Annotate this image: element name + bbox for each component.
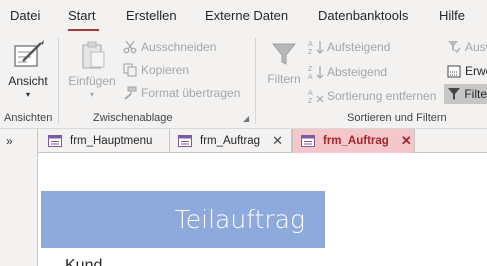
group-label-zwischenablage: Zwischenablage bbox=[93, 112, 173, 124]
clipboard-icon bbox=[82, 41, 105, 69]
ausschneiden-label: Ausschneiden bbox=[141, 40, 217, 54]
ansicht-icon bbox=[14, 40, 44, 67]
ansicht-button[interactable]: Ansicht ▾ bbox=[6, 38, 50, 99]
svg-text:Z: Z bbox=[308, 66, 313, 73]
copy-icon bbox=[122, 62, 138, 78]
format-uebertragen-label: Format übertragen bbox=[141, 86, 241, 100]
einfuegen-button[interactable]: Einfügen ▾ bbox=[66, 40, 118, 99]
sort-ascending-icon: AZ bbox=[308, 39, 324, 55]
form-title: Teilauftrag bbox=[174, 205, 305, 234]
expand-nav-pane-icon[interactable]: » bbox=[6, 134, 13, 148]
field-label-kunde: Kund bbox=[65, 257, 103, 266]
auswahl-label: Ausw bbox=[465, 40, 487, 54]
form-icon bbox=[301, 135, 315, 147]
aufsteigend-label: Aufsteigend bbox=[327, 40, 391, 54]
filter-umschalten-button[interactable]: Filte bbox=[444, 84, 487, 104]
doc-tab-label: frm_Auftrag bbox=[323, 135, 389, 147]
close-icon[interactable]: ✕ bbox=[401, 133, 412, 149]
sortierung-entfernen-button[interactable]: AZ Sortierung entfernen bbox=[308, 86, 436, 106]
filter-umschalten-label: Filte bbox=[464, 87, 487, 101]
svg-text:Z: Z bbox=[308, 98, 313, 104]
erweitert-button[interactable]: Erwe bbox=[446, 61, 487, 81]
form-icon bbox=[178, 135, 192, 147]
toggle-filter-icon bbox=[446, 86, 461, 102]
filtern-label: Filtern bbox=[267, 72, 301, 86]
kopieren-label: Kopieren bbox=[141, 63, 190, 77]
close-icon[interactable]: ✕ bbox=[272, 133, 283, 149]
group-label-ansichten: Ansichten bbox=[4, 112, 53, 124]
advanced-filter-icon bbox=[446, 63, 462, 79]
dialog-launcher-icon[interactable]: ◢ bbox=[243, 114, 249, 123]
access-window: Datei Start Erstellen Externe Daten Date… bbox=[0, 0, 487, 266]
ansicht-label: Ansicht bbox=[8, 74, 48, 88]
form-canvas: Teilauftrag Kund bbox=[39, 153, 487, 266]
doc-tab-label: frm_Hauptmenu bbox=[70, 135, 153, 147]
group-label-sortieren-filtern: Sortieren und Filtern bbox=[347, 112, 447, 124]
selection-filter-icon bbox=[446, 39, 462, 55]
svg-text:A: A bbox=[308, 74, 313, 80]
ausschneiden-button[interactable]: Ausschneiden bbox=[122, 37, 216, 57]
absteigend-button[interactable]: ZA Absteigend bbox=[308, 62, 387, 82]
ribbon-tab-bar: Datei Start Erstellen Externe Daten Date… bbox=[0, 0, 487, 34]
chevron-down-icon: ▾ bbox=[25, 90, 30, 99]
form-header-spacer bbox=[39, 153, 487, 191]
erweitert-label: Erwe bbox=[465, 64, 487, 78]
document-tab-bar: frm_Hauptmenu frm_Auftrag ✕ frm_Auftrag … bbox=[38, 129, 487, 153]
doc-tab-frm-hauptmenu[interactable]: frm_Hauptmenu bbox=[40, 129, 170, 153]
active-tab-underline bbox=[68, 29, 99, 31]
filter-funnel-icon bbox=[271, 43, 297, 65]
doc-tab-label: frm_Auftrag bbox=[200, 135, 261, 147]
aufsteigend-button[interactable]: AZ Aufsteigend bbox=[308, 37, 390, 57]
tab-erstellen[interactable]: Erstellen bbox=[126, 8, 177, 23]
absteigend-label: Absteigend bbox=[327, 65, 388, 79]
einfuegen-label: Einfügen bbox=[68, 74, 116, 88]
form-icon bbox=[48, 135, 62, 147]
sort-descending-icon: ZA bbox=[308, 64, 324, 80]
svg-text:A: A bbox=[308, 41, 313, 48]
format-uebertragen-button[interactable]: Format übertragen bbox=[122, 83, 240, 103]
tab-hilfe[interactable]: Hilfe bbox=[439, 8, 465, 23]
tab-externe-daten[interactable]: Externe Daten bbox=[205, 8, 288, 23]
clear-sort-icon: AZ bbox=[308, 88, 324, 104]
tab-start[interactable]: Start bbox=[68, 8, 95, 23]
form-title-band: Teilauftrag bbox=[41, 191, 325, 248]
svg-text:A: A bbox=[308, 90, 313, 97]
group-separator bbox=[58, 38, 59, 124]
tab-datenbanktools[interactable]: Datenbanktools bbox=[318, 8, 408, 23]
tab-datei[interactable]: Datei bbox=[10, 8, 40, 23]
filtern-button[interactable]: Filtern bbox=[262, 40, 306, 86]
sortierung-entfernen-label: Sortierung entfernen bbox=[327, 89, 437, 103]
format-painter-icon bbox=[122, 85, 138, 101]
chevron-down-icon: ▾ bbox=[89, 90, 94, 99]
auswahl-button[interactable]: Ausw bbox=[446, 37, 487, 57]
scissors-icon bbox=[122, 39, 138, 55]
navigation-pane-collapsed: » bbox=[0, 129, 38, 266]
ribbon: Ansicht ▾ Ansichten Einfügen ▾ Ausschnei… bbox=[0, 34, 487, 129]
doc-tab-frm-auftrag-active[interactable]: frm_Auftrag ✕ bbox=[292, 129, 415, 153]
doc-tab-frm-auftrag[interactable]: frm_Auftrag ✕ bbox=[170, 129, 292, 153]
group-separator bbox=[255, 38, 256, 124]
svg-text:Z: Z bbox=[308, 49, 313, 55]
kopieren-button[interactable]: Kopieren bbox=[122, 60, 189, 80]
